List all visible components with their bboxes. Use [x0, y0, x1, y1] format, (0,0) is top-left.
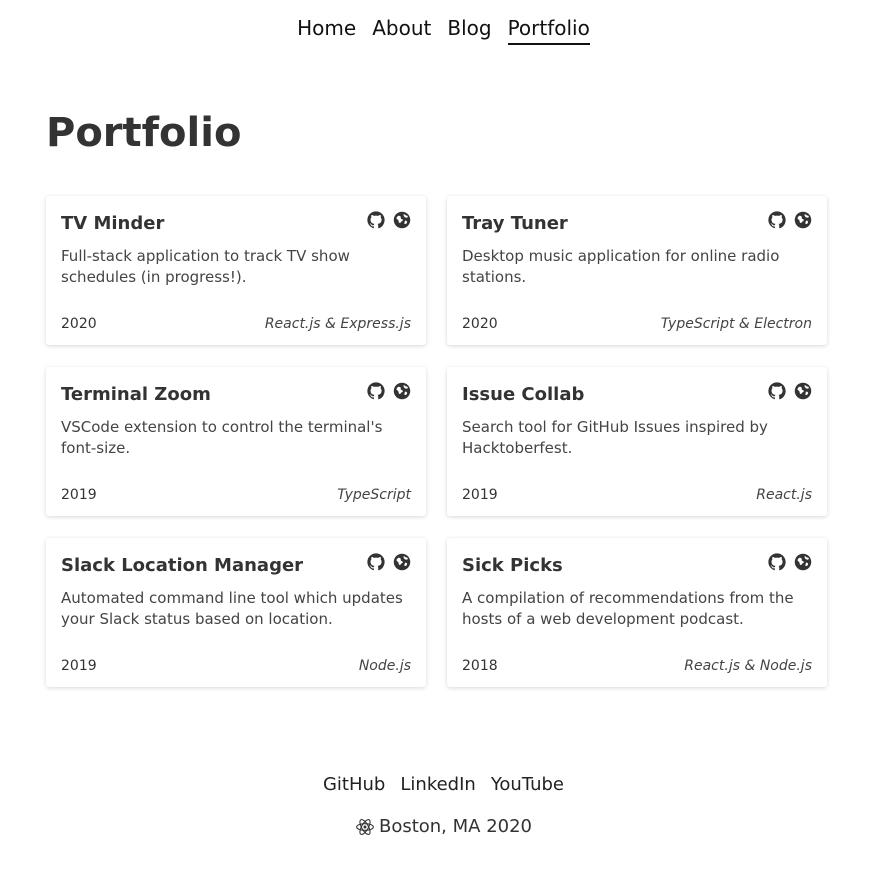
project-tech: Node.js	[358, 658, 411, 674]
project-card: Issue Collab Search tool for GitHub Issu…	[447, 367, 827, 516]
project-year: 2019	[61, 487, 97, 503]
project-year: 2020	[462, 316, 498, 332]
project-description: VSCode extension to control the terminal…	[61, 418, 383, 457]
project-year: 2020	[61, 316, 97, 332]
copyright-text: Boston, MA 2020	[378, 816, 533, 837]
globe-icon[interactable]	[393, 553, 411, 571]
project-links	[367, 379, 411, 400]
project-card: Tray Tuner Desktop music application for…	[447, 196, 827, 345]
project-links	[768, 550, 812, 571]
footer-copyright: Boston, MA 2020	[0, 814, 887, 840]
project-tech: TypeScript & Electron	[660, 316, 812, 332]
globe-icon[interactable]	[794, 553, 812, 571]
footer-link-github[interactable]: GitHub	[323, 772, 385, 798]
project-grid: TV Minder Full-stack application to trac…	[46, 196, 827, 687]
main-nav: Home About Blog Portfolio	[0, 14, 887, 45]
project-title: Sick Picks	[462, 555, 563, 576]
project-year: 2018	[462, 658, 498, 674]
project-description: A compilation of recommendations from th…	[462, 589, 794, 628]
github-icon[interactable]	[367, 211, 385, 229]
github-icon[interactable]	[367, 553, 385, 571]
project-links	[768, 208, 812, 229]
nav-item-blog[interactable]: Blog	[447, 14, 491, 45]
project-tech: TypeScript	[337, 487, 411, 503]
project-links	[367, 208, 411, 229]
project-year: 2019	[462, 487, 498, 503]
project-tech: React.js	[756, 487, 812, 503]
project-description: Automated command line tool which update…	[61, 589, 403, 628]
project-description: Full-stack application to track TV show …	[61, 247, 350, 286]
globe-icon[interactable]	[393, 211, 411, 229]
project-description: Search tool for GitHub Issues inspired b…	[462, 418, 768, 457]
page-title: Portfolio	[46, 110, 242, 156]
nav-item-about[interactable]: About	[372, 14, 431, 45]
nav-item-home[interactable]: Home	[297, 14, 356, 45]
project-card: TV Minder Full-stack application to trac…	[46, 196, 426, 345]
globe-icon[interactable]	[794, 382, 812, 400]
github-icon[interactable]	[768, 553, 786, 571]
github-icon[interactable]	[768, 382, 786, 400]
project-links	[768, 379, 812, 400]
footer-links: GitHub LinkedIn YouTube	[0, 772, 887, 798]
project-title: Issue Collab	[462, 384, 585, 405]
nav-item-portfolio[interactable]: Portfolio	[507, 14, 590, 45]
project-description: Desktop music application for online rad…	[462, 247, 780, 286]
project-card: Sick Picks A compilation of recommendati…	[447, 538, 827, 687]
react-atom-icon	[355, 817, 375, 837]
project-title: TV Minder	[61, 213, 165, 234]
project-tech: React.js & Express.js	[264, 316, 411, 332]
github-icon[interactable]	[768, 211, 786, 229]
project-links	[367, 550, 411, 571]
project-card: Slack Location Manager Automated command…	[46, 538, 426, 687]
project-title: Slack Location Manager	[61, 555, 304, 576]
globe-icon[interactable]	[794, 211, 812, 229]
project-tech: React.js & Node.js	[684, 658, 812, 674]
github-icon[interactable]	[367, 382, 385, 400]
footer-link-linkedin[interactable]: LinkedIn	[400, 772, 475, 798]
project-title: Tray Tuner	[462, 213, 568, 234]
project-card: Terminal Zoom VSCode extension to contro…	[46, 367, 426, 516]
footer-link-youtube[interactable]: YouTube	[491, 772, 564, 798]
globe-icon[interactable]	[393, 382, 411, 400]
project-year: 2019	[61, 658, 97, 674]
project-title: Terminal Zoom	[61, 384, 211, 405]
